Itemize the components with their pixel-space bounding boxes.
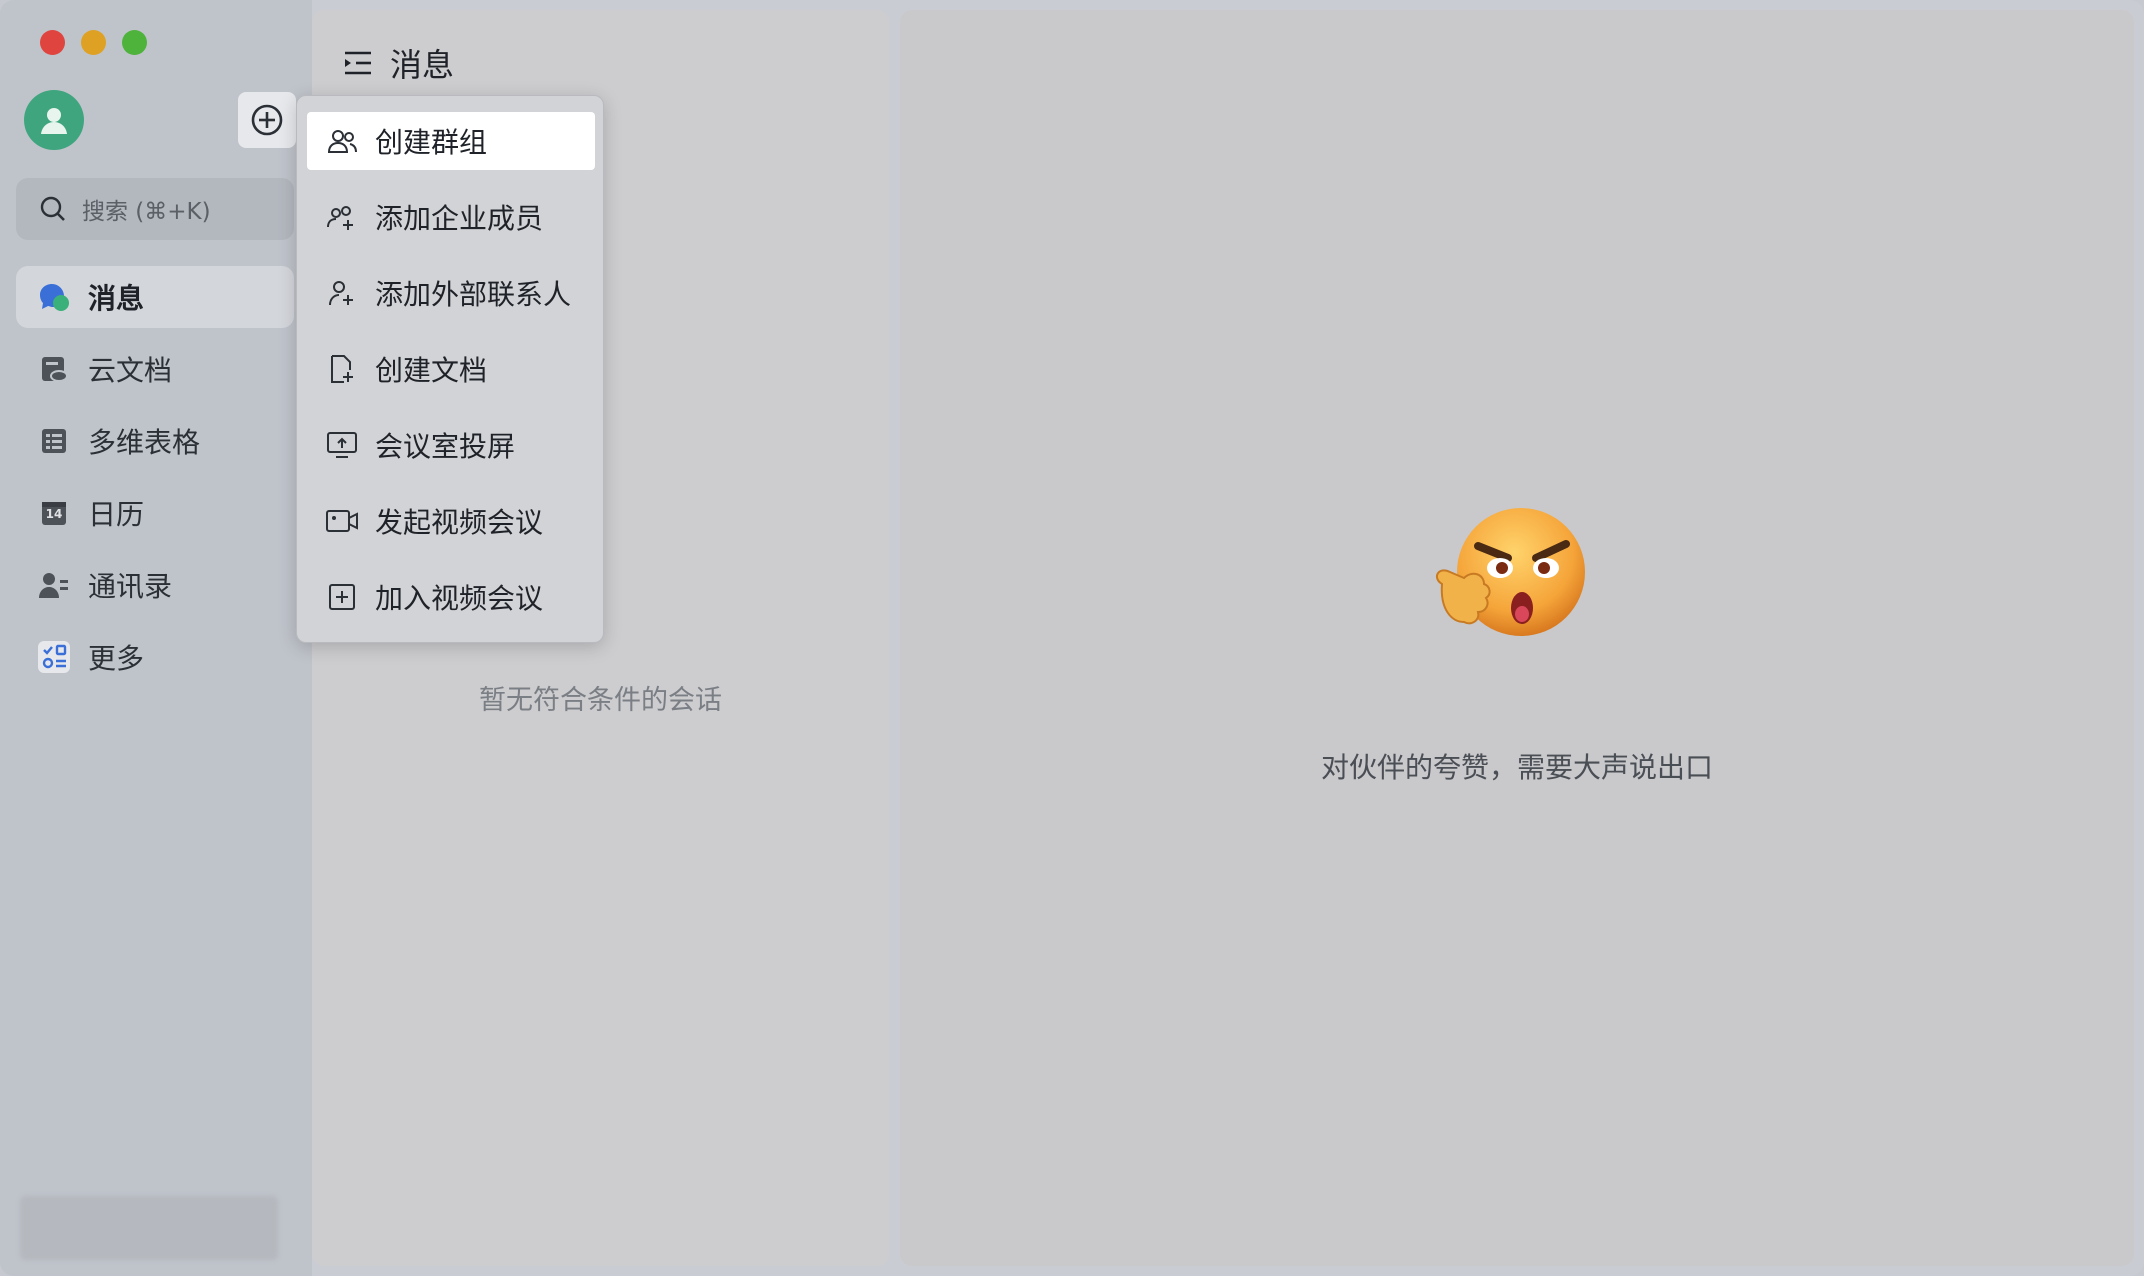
menu-item-label: 添加外部联系人 <box>375 278 572 311</box>
menu-item-label: 加入视频会议 <box>375 582 544 615</box>
calendar-day-badge: 14 <box>45 507 63 521</box>
menu-item-label: 创建群组 <box>375 126 488 159</box>
sidebar-item-label: 通讯录 <box>88 570 173 603</box>
sidebar-item-label: 消息 <box>88 282 145 315</box>
menu-item-label: 会议室投屏 <box>375 430 516 463</box>
join-meeting-icon <box>325 580 359 614</box>
tagline-text: 对伙伴的夸赞，需要大声说出口 <box>1320 751 1713 784</box>
sidebar-item-label: 日历 <box>88 498 145 531</box>
contacts-icon <box>38 569 70 601</box>
add-contact-icon <box>325 276 359 310</box>
sidebar-nav: 消息 云文档 多维表格 14 日历 通讯录 更多 <box>16 266 294 698</box>
avatar[interactable] <box>24 90 84 150</box>
menu-item-create-group[interactable]: 创建群组 <box>307 112 595 170</box>
sidebar-item-bitable[interactable]: 多维表格 <box>16 410 294 472</box>
sidebar-item-more[interactable]: 更多 <box>16 626 294 688</box>
menu-item-start-video-meeting[interactable]: 发起视频会议 <box>307 492 595 550</box>
sidebar-item-label: 更多 <box>88 642 145 675</box>
close-window-button[interactable] <box>40 30 65 55</box>
calendar-icon: 14 <box>38 497 70 529</box>
add-members-icon <box>325 200 359 234</box>
maximize-window-button[interactable] <box>122 30 147 55</box>
empty-state-text: 暂无符合条件的会话 <box>479 685 722 716</box>
message-icon <box>38 281 70 313</box>
more-apps-icon <box>38 641 70 673</box>
search-input[interactable]: 搜索 (⌘+K) <box>16 178 294 240</box>
search-placeholder: 搜索 (⌘+K) <box>82 199 211 225</box>
page-title: 消息 <box>390 46 455 84</box>
window-controls <box>40 30 147 55</box>
user-icon <box>41 108 67 134</box>
menu-item-label: 创建文档 <box>375 354 488 387</box>
plus-circle-icon <box>251 104 283 136</box>
screen-share-icon <box>325 428 359 462</box>
sidebar-item-contacts[interactable]: 通讯录 <box>16 554 294 616</box>
menu-item-create-doc[interactable]: 创建文档 <box>307 340 595 398</box>
menu-item-label: 发起视频会议 <box>375 506 544 539</box>
menu-item-room-screen-share[interactable]: 会议室投屏 <box>307 416 595 474</box>
app-window: 搜索 (⌘+K) 消息 云文档 多维表格 14 日历 通讯录 更多 消息 暂无符… <box>0 0 2144 1276</box>
blurred-profile-area <box>20 1196 278 1260</box>
sidebar-item-label: 云文档 <box>88 354 173 387</box>
sidebar-item-label: 多维表格 <box>88 426 201 459</box>
video-call-icon <box>325 504 359 538</box>
create-button[interactable] <box>238 92 296 148</box>
new-doc-icon <box>325 352 359 386</box>
sidebar-item-calendar[interactable]: 14 日历 <box>16 482 294 544</box>
cloud-doc-icon <box>38 353 70 385</box>
sidebar: 搜索 (⌘+K) 消息 云文档 多维表格 14 日历 通讯录 更多 <box>0 0 312 1276</box>
menu-item-add-external-contact[interactable]: 添加外部联系人 <box>307 264 595 322</box>
create-menu: 创建群组 添加企业成员 添加外部联系人 创建文档 会议室投屏 发起视频会议 加入… <box>296 95 604 643</box>
search-icon <box>40 196 65 221</box>
table-icon <box>38 425 70 457</box>
thumbs-up-emoji-icon <box>1435 508 1585 636</box>
sidebar-item-cloud-docs[interactable]: 云文档 <box>16 338 294 400</box>
menu-item-add-members[interactable]: 添加企业成员 <box>307 188 595 246</box>
list-toggle-icon[interactable] <box>342 49 374 77</box>
sidebar-item-messages[interactable]: 消息 <box>16 266 294 328</box>
menu-item-label: 添加企业成员 <box>375 202 544 235</box>
minimize-window-button[interactable] <box>81 30 106 55</box>
detail-panel: 对伙伴的夸赞，需要大声说出口 <box>900 10 2134 1266</box>
group-icon <box>325 124 359 158</box>
panel-header: 消息 <box>342 40 454 86</box>
menu-item-join-video-meeting[interactable]: 加入视频会议 <box>307 568 595 626</box>
